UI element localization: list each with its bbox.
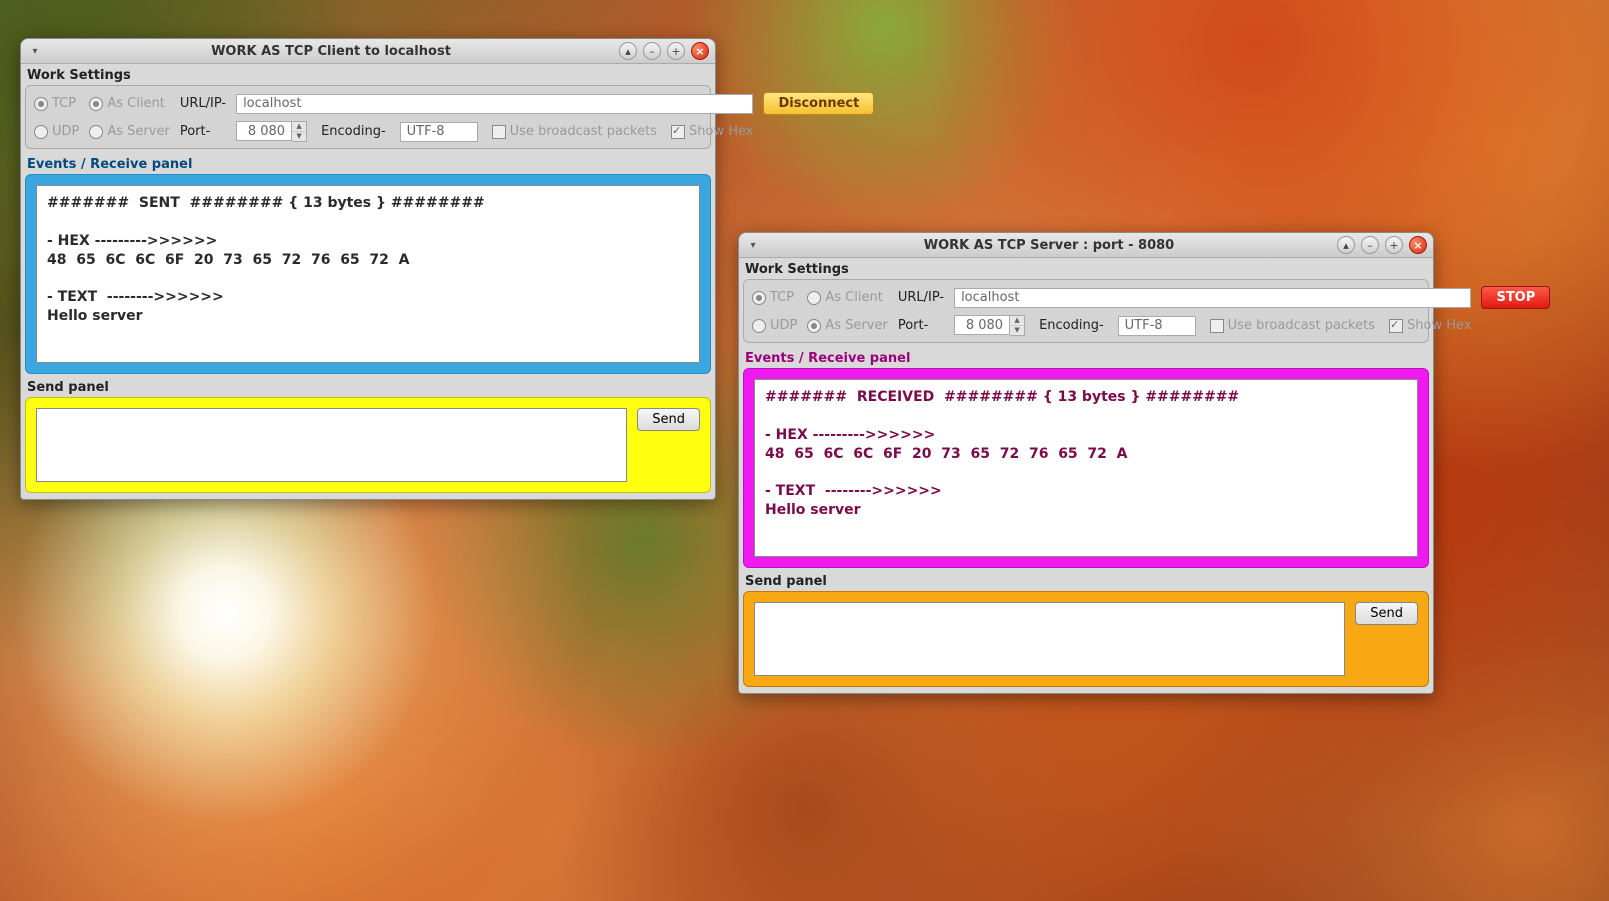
work-settings-label: Work Settings: [25, 66, 711, 85]
tcp-label: TCP: [770, 290, 794, 305]
url-label: URL/IP-: [180, 96, 226, 111]
chevron-down-icon[interactable]: ▼: [1010, 326, 1024, 335]
chevron-up-icon[interactable]: ▲: [292, 122, 306, 132]
url-label: URL/IP-: [898, 290, 944, 305]
tcp-radio[interactable]: TCP: [752, 290, 797, 305]
window-title: WORK AS TCP Server : port - 8080: [761, 238, 1337, 253]
close-icon[interactable]: ×: [1409, 236, 1427, 254]
send-panel-label: Send panel: [25, 378, 711, 397]
desktop-wallpaper: ▾ WORK AS TCP Client to localhost ▴ – + …: [0, 0, 1609, 901]
as-client-radio[interactable]: As Client: [89, 96, 169, 111]
port-input[interactable]: [954, 315, 1010, 335]
receive-panel-label: Events / Receive panel: [25, 155, 711, 174]
chevron-down-icon[interactable]: ▼: [292, 132, 306, 141]
minimize-icon[interactable]: –: [1361, 236, 1379, 254]
as-server-radio[interactable]: As Server: [807, 318, 887, 333]
receive-textarea[interactable]: ####### RECEIVED ######## { 13 bytes } #…: [754, 379, 1418, 557]
receive-panel: ####### SENT ######## { 13 bytes } #####…: [25, 174, 711, 374]
maximize-icon[interactable]: +: [1385, 236, 1403, 254]
port-input[interactable]: [236, 121, 292, 141]
server-window: ▾ WORK AS TCP Server : port - 8080 ▴ – +…: [738, 232, 1434, 694]
broadcast-label: Use broadcast packets: [510, 124, 657, 139]
maximize-icon[interactable]: +: [667, 42, 685, 60]
send-textarea[interactable]: [754, 602, 1345, 676]
close-icon[interactable]: ×: [691, 42, 709, 60]
as-server-label: As Server: [107, 124, 169, 139]
showhex-label: Show Hex: [689, 124, 753, 139]
port-label: Port-: [180, 124, 226, 139]
as-server-radio[interactable]: As Server: [89, 124, 169, 139]
encoding-label: Encoding-: [1039, 318, 1104, 333]
window-title: WORK AS TCP Client to localhost: [43, 44, 619, 59]
send-button[interactable]: Send: [637, 408, 700, 431]
chevron-up-icon[interactable]: ▲: [1010, 316, 1024, 326]
as-client-label: As Client: [107, 96, 164, 111]
receive-panel-label: Events / Receive panel: [743, 349, 1429, 368]
send-panel-label: Send panel: [743, 572, 1429, 591]
window-menu-icon[interactable]: ▾: [27, 43, 43, 59]
udp-radio[interactable]: UDP: [34, 124, 79, 139]
encoding-label: Encoding-: [321, 124, 386, 139]
stop-button[interactable]: STOP: [1481, 286, 1550, 309]
send-textarea[interactable]: [36, 408, 627, 482]
url-input[interactable]: [954, 288, 1471, 308]
udp-label: UDP: [770, 318, 797, 333]
udp-label: UDP: [52, 124, 79, 139]
minimize-icon[interactable]: –: [643, 42, 661, 60]
disconnect-button[interactable]: Disconnect: [763, 92, 874, 115]
encoding-input[interactable]: [1118, 316, 1196, 336]
encoding-input[interactable]: [400, 122, 478, 142]
port-stepper[interactable]: ▲▼: [236, 121, 307, 142]
showhex-label: Show Hex: [1407, 318, 1471, 333]
settings-panel: TCP As Client URL/IP- Disconnect UDP As …: [25, 85, 711, 149]
send-button[interactable]: Send: [1355, 602, 1418, 625]
tcp-radio[interactable]: TCP: [34, 96, 79, 111]
rollup-icon[interactable]: ▴: [619, 42, 637, 60]
send-panel: Send: [743, 591, 1429, 687]
work-settings-label: Work Settings: [743, 260, 1429, 279]
send-panel: Send: [25, 397, 711, 493]
as-client-radio[interactable]: As Client: [807, 290, 887, 305]
receive-textarea[interactable]: ####### SENT ######## { 13 bytes } #####…: [36, 185, 700, 363]
port-stepper[interactable]: ▲▼: [954, 315, 1025, 336]
titlebar[interactable]: ▾ WORK AS TCP Client to localhost ▴ – + …: [21, 39, 715, 64]
as-client-label: As Client: [825, 290, 882, 305]
url-input[interactable]: [236, 94, 753, 114]
showhex-checkbox[interactable]: Show Hex: [1389, 318, 1471, 333]
udp-radio[interactable]: UDP: [752, 318, 797, 333]
client-window: ▾ WORK AS TCP Client to localhost ▴ – + …: [20, 38, 716, 500]
broadcast-label: Use broadcast packets: [1228, 318, 1375, 333]
tcp-label: TCP: [52, 96, 76, 111]
titlebar[interactable]: ▾ WORK AS TCP Server : port - 8080 ▴ – +…: [739, 233, 1433, 258]
receive-panel: ####### RECEIVED ######## { 13 bytes } #…: [743, 368, 1429, 568]
settings-panel: TCP As Client URL/IP- STOP UDP As Server…: [743, 279, 1429, 343]
rollup-icon[interactable]: ▴: [1337, 236, 1355, 254]
broadcast-checkbox[interactable]: Use broadcast packets: [492, 124, 657, 139]
port-label: Port-: [898, 318, 944, 333]
broadcast-checkbox[interactable]: Use broadcast packets: [1210, 318, 1375, 333]
showhex-checkbox[interactable]: Show Hex: [671, 124, 753, 139]
window-menu-icon[interactable]: ▾: [745, 237, 761, 253]
as-server-label: As Server: [825, 318, 887, 333]
